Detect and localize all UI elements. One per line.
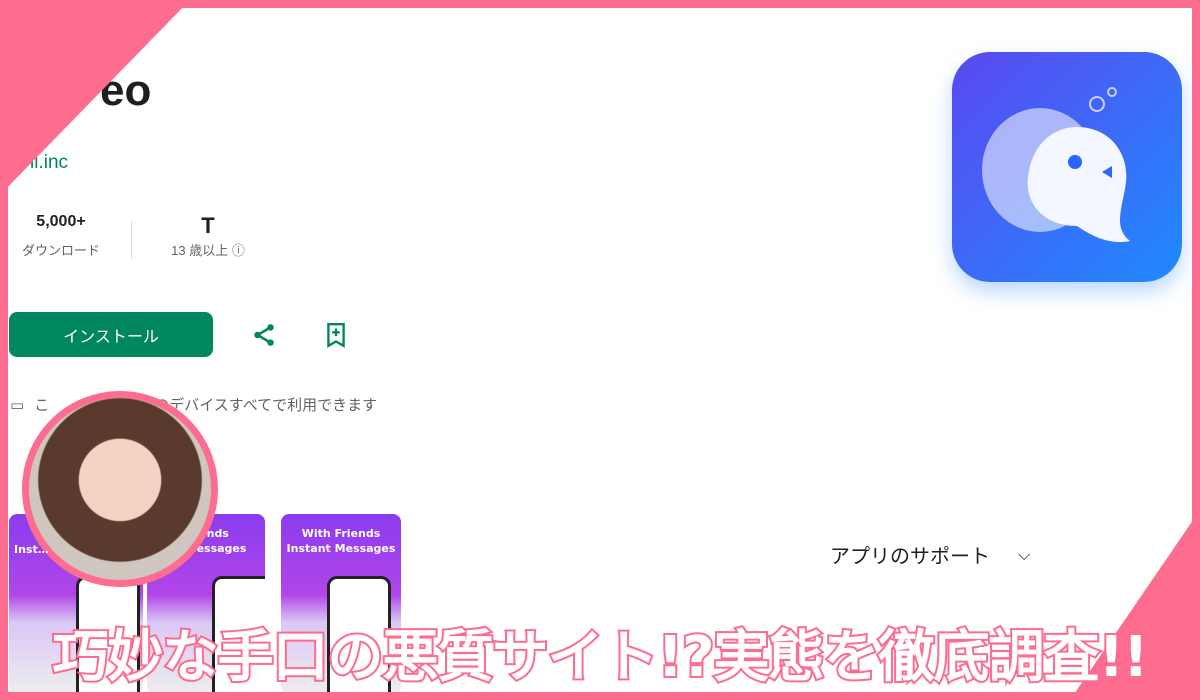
share-icon[interactable] xyxy=(251,322,277,348)
screenshot-caption: With Friends Instant Messages xyxy=(286,527,396,555)
banner-headline: 巧妙な手口の悪質サイト!?実態を徹底調査!! xyxy=(50,623,1150,692)
support-label: アプリのサポート xyxy=(830,544,990,568)
age-label: 13 歳以上 xyxy=(171,243,229,258)
app-support-toggle[interactable]: アプリのサポート ⌵ xyxy=(830,540,1030,569)
divider xyxy=(131,220,132,260)
downloads-value: 5,000+ xyxy=(36,213,86,230)
screenshot-caption: Inst… xyxy=(14,543,49,556)
chevron-down-icon: ⌵ xyxy=(1018,544,1031,564)
app-icon xyxy=(952,52,1182,282)
wishlist-icon[interactable] xyxy=(323,322,349,348)
devices-icon: ▭ xyxy=(10,395,25,414)
downloads-stat: 5,000+ ダウンロード xyxy=(8,213,114,259)
teen-rating-icon: T xyxy=(201,213,215,238)
corner-decoration xyxy=(0,0,190,195)
avatar xyxy=(22,391,218,587)
install-button[interactable]: インストール xyxy=(9,312,213,357)
downloads-label: ダウンロード xyxy=(21,243,100,258)
rating-stat: T 13 歳以上 ⓘ xyxy=(158,213,258,259)
info-icon[interactable]: ⓘ xyxy=(232,243,245,258)
